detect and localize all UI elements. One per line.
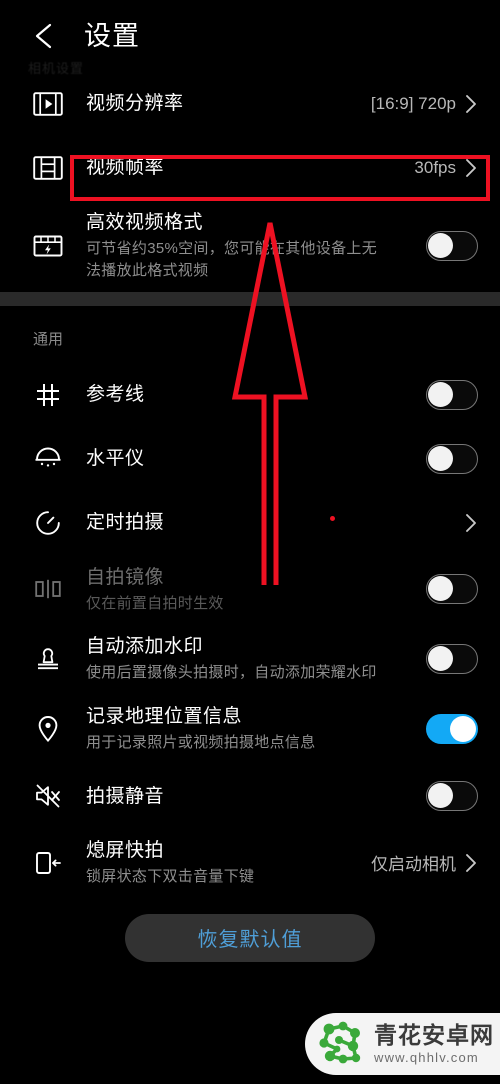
row-efficient-video-format[interactable]: 高效视频格式 可节省约35%空间，您可能在其他设备上无法播放此格式视频 bbox=[0, 200, 500, 292]
arrow-left-icon[interactable] bbox=[28, 19, 62, 53]
row-text: 熄屏快拍 锁屏状态下双击音量下键 bbox=[70, 838, 371, 888]
row-title: 参考线 bbox=[86, 384, 145, 406]
row-text: 定时拍摄 bbox=[70, 510, 464, 535]
chevron-right-icon bbox=[464, 93, 478, 115]
row-text: 自拍镜像 仅在前置自拍时生效 bbox=[70, 565, 426, 615]
toggle-efficient-video-format[interactable] bbox=[426, 230, 478, 261]
watermark-site-name: 青花安卓网 bbox=[374, 1022, 494, 1049]
row-mute-shutter[interactable]: 拍摄静音 bbox=[0, 764, 500, 828]
toggle-level-meter[interactable] bbox=[426, 443, 478, 474]
row-subtitle: 用于记录照片或视频拍摄地点信息 bbox=[86, 734, 316, 752]
row-subtitle: 锁屏状态下双击音量下键 bbox=[86, 868, 255, 886]
row-text: 记录地理位置信息 用于记录照片或视频拍摄地点信息 bbox=[70, 704, 426, 754]
speaker-mute-icon bbox=[26, 774, 70, 818]
reset-defaults-button[interactable]: 恢复默认值 bbox=[125, 913, 375, 962]
chevron-right-icon bbox=[464, 512, 478, 534]
settings-screen: 设置 相机设置 视频分辨率 [16:9] 720p 视频帧率 30fps 高效视… bbox=[0, 0, 500, 1084]
film-strip-icon bbox=[26, 146, 70, 190]
film-play-icon bbox=[26, 82, 70, 126]
chevron-right-icon bbox=[464, 157, 478, 179]
row-title: 拍摄静音 bbox=[86, 785, 165, 807]
toggle-grid-lines[interactable] bbox=[426, 379, 478, 410]
clapper-bolt-icon bbox=[26, 224, 70, 268]
location-pin-icon bbox=[26, 707, 70, 751]
watermark-url: www.qhhlv.com bbox=[374, 1049, 479, 1065]
row-subtitle: 可节省约35%空间，您可能在其他设备上无法播放此格式视频 bbox=[86, 240, 378, 279]
toggle-knob bbox=[428, 576, 453, 602]
section-video: 视频分辨率 [16:9] 720p 视频帧率 30fps 高效视频格式 可节省约… bbox=[0, 72, 500, 292]
toggle-knob bbox=[428, 783, 453, 809]
row-text: 参考线 bbox=[70, 382, 426, 407]
row-value: 30fps bbox=[414, 158, 456, 177]
section-header-general: 通用 bbox=[33, 330, 64, 348]
row-level-meter[interactable]: 水平仪 bbox=[0, 427, 500, 491]
toggle-knob bbox=[428, 646, 453, 672]
annotation-dot bbox=[330, 516, 335, 521]
row-title: 高效视频格式 bbox=[86, 212, 204, 233]
row-title: 自动添加水印 bbox=[86, 636, 204, 658]
chevron-right-icon bbox=[464, 852, 478, 874]
row-record-location[interactable]: 记录地理位置信息 用于记录照片或视频拍摄地点信息 bbox=[0, 694, 500, 764]
row-value: 仅启动相机 bbox=[371, 855, 456, 875]
row-video-resolution[interactable]: 视频分辨率 [16:9] 720p bbox=[0, 72, 500, 136]
row-title: 水平仪 bbox=[86, 448, 145, 470]
row-title: 自拍镜像 bbox=[86, 566, 165, 588]
watermark-text: 青花安卓网 www.qhhlv.com bbox=[367, 1023, 494, 1064]
level-horizon-icon bbox=[26, 437, 70, 481]
row-title: 视频帧率 bbox=[86, 157, 165, 179]
toggle-knob bbox=[428, 232, 453, 258]
toggle-selfie-mirror[interactable] bbox=[426, 574, 478, 605]
row-value: [16:9] 720p bbox=[370, 94, 456, 113]
row-title: 熄屏快拍 bbox=[86, 840, 165, 862]
grid-icon bbox=[26, 373, 70, 417]
row-screen-off-quick-capture[interactable]: 熄屏快拍 锁屏状态下双击音量下键 仅启动相机 bbox=[0, 828, 500, 898]
stamp-icon bbox=[26, 637, 70, 681]
row-text: 高效视频格式 可节省约35%空间，您可能在其他设备上无法播放此格式视频 bbox=[70, 210, 426, 282]
mirror-icon bbox=[26, 567, 70, 611]
row-subtitle: 使用后置摄像头拍摄时，自动添加荣耀水印 bbox=[86, 664, 377, 682]
row-subtitle: 仅在前置自拍时生效 bbox=[86, 594, 224, 612]
toggle-auto-watermark[interactable] bbox=[426, 644, 478, 675]
timer-icon bbox=[26, 501, 70, 545]
row-grid-lines[interactable]: 参考线 bbox=[0, 363, 500, 427]
row-auto-watermark[interactable]: 自动添加水印 使用后置摄像头拍摄时，自动添加荣耀水印 bbox=[0, 624, 500, 694]
row-title: 记录地理位置信息 bbox=[86, 706, 243, 728]
row-text: 拍摄静音 bbox=[70, 784, 426, 809]
toggle-knob bbox=[428, 381, 453, 407]
row-text: 自动添加水印 使用后置摄像头拍摄时，自动添加荣耀水印 bbox=[70, 634, 426, 684]
footer: 恢复默认值 bbox=[0, 898, 500, 962]
row-title: 视频分辨率 bbox=[86, 93, 184, 115]
row-title: 定时拍摄 bbox=[86, 512, 165, 534]
row-text: 视频帧率 bbox=[70, 155, 414, 180]
row-timed-capture[interactable]: 定时拍摄 bbox=[0, 491, 500, 555]
row-text: 水平仪 bbox=[70, 446, 426, 471]
row-text: 视频分辨率 bbox=[70, 91, 371, 116]
page-title: 设置 bbox=[84, 20, 140, 51]
molecule-logo-icon bbox=[315, 1018, 367, 1070]
toggle-knob bbox=[428, 445, 453, 471]
row-video-framerate[interactable]: 视频帧率 30fps bbox=[0, 136, 500, 200]
site-watermark: 青花安卓网 www.qhhlv.com bbox=[305, 1013, 500, 1075]
row-selfie-mirror[interactable]: 自拍镜像 仅在前置自拍时生效 bbox=[0, 555, 500, 625]
section-divider bbox=[0, 291, 500, 306]
phone-arrow-icon bbox=[26, 841, 70, 885]
toggle-record-location[interactable] bbox=[426, 714, 478, 745]
toggle-knob bbox=[450, 716, 476, 743]
section-general: 通用 参考线 水平仪 定时拍摄 自拍镜像 仅在前置自拍时生效 自动添加水印 使用… bbox=[0, 306, 500, 898]
toggle-mute-shutter[interactable] bbox=[426, 781, 478, 812]
